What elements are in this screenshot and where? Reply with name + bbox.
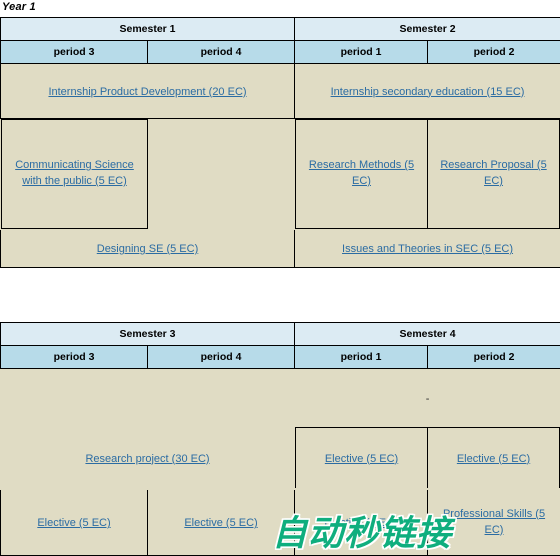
course-cell-elective-s4-p1-top[interactable]: Elective (5 EC) xyxy=(296,428,428,489)
table-row-research-and-electives: Research project (30 EC) Elective (5 EC)… xyxy=(1,427,560,490)
course-link-communicating-science[interactable]: Communicating Science with the public (5… xyxy=(12,158,137,190)
course-cell-professional-skills[interactable]: Professional Skills (5 EC) xyxy=(428,490,560,556)
semester2-inner-table: Research Methods (5 EC) Research Proposa… xyxy=(295,119,560,229)
period-header-s2-p1: period 1 xyxy=(295,41,428,64)
table-row-internships: Internship Product Development (20 EC) I… xyxy=(1,64,560,119)
course-link-internship-product-development[interactable]: Internship Product Development (20 EC) xyxy=(48,85,246,101)
year2-schedule-table: Semester 3 Semester 4 period 3 period 4 … xyxy=(0,322,560,556)
table-row-bottom-courses: Designing SE (5 EC) Issues and Theories … xyxy=(1,230,560,268)
course-link-professional-skills[interactable]: Professional Skills (5 EC) xyxy=(435,507,553,539)
semester1-inner-table: Communicating Science with the public (5… xyxy=(1,119,294,229)
table-row-period-header: period 3 period 4 period 1 period 2 xyxy=(1,346,560,369)
semester-header-1: Semester 1 xyxy=(1,18,295,41)
table-row-bottom-electives: Elective (5 EC) Elective (5 EC) Elective… xyxy=(1,490,560,556)
course-cell-elective-s3-p3[interactable]: Elective (5 EC) xyxy=(1,490,148,556)
course-link-elective-s3-p4[interactable]: Elective (5 EC) xyxy=(184,516,257,532)
semester-header-3: Semester 3 xyxy=(1,323,295,346)
table-row-middle-courses: Communicating Science with the public (5… xyxy=(1,119,560,230)
period-header-s3-p4: period 4 xyxy=(148,346,295,369)
course-cell-research-methods[interactable]: Research Methods (5 EC) xyxy=(296,120,428,229)
period-header-s4-p2: period 2 xyxy=(428,346,560,369)
course-link-elective-s4-p1[interactable]: Elective (5 EC) xyxy=(324,516,397,532)
course-cell-internship-product-development[interactable]: Internship Product Development (20 EC) xyxy=(1,64,295,119)
year-label: Year 1 xyxy=(2,1,36,13)
period-header-s3-p3: period 3 xyxy=(1,346,148,369)
semester4-inner-table-middle: Elective (5 EC) Elective (5 EC) xyxy=(295,427,560,489)
course-cell-elective-s4-p1[interactable]: Elective (5 EC) xyxy=(295,490,428,556)
dash-text: - xyxy=(426,393,430,405)
course-link-research-methods[interactable]: Research Methods (5 EC) xyxy=(306,158,418,190)
period-header-s2-p2: period 2 xyxy=(428,41,560,64)
semester1-middle-group: Communicating Science with the public (5… xyxy=(1,119,295,230)
empty-cell-s1-p4 xyxy=(148,120,294,229)
course-link-elective-s4-p1-top[interactable]: Elective (5 EC) xyxy=(325,452,398,468)
course-cell-internship-secondary-education[interactable]: Internship secondary education (15 EC) xyxy=(295,64,560,119)
table-row-semester-header: Semester 3 Semester 4 xyxy=(1,323,560,346)
course-link-issues-and-theories[interactable]: Issues and Theories in SEC (5 EC) xyxy=(342,242,513,258)
table-row-period-header: period 3 period 4 period 1 period 2 xyxy=(1,41,560,64)
semester4-electives-group: Elective (5 EC) Elective (5 EC) xyxy=(295,427,560,490)
course-link-internship-secondary-education[interactable]: Internship secondary education (15 EC) xyxy=(331,85,525,101)
table-row-semester-header: Semester 1 Semester 2 xyxy=(1,18,560,41)
period-header-s1-p3: period 3 xyxy=(1,41,148,64)
course-cell-issues-and-theories[interactable]: Issues and Theories in SEC (5 EC) xyxy=(295,230,560,268)
course-cell-research-proposal[interactable]: Research Proposal (5 EC) xyxy=(428,120,560,229)
course-cell-communicating-science[interactable]: Communicating Science with the public (5… xyxy=(2,120,148,229)
course-cell-research-project[interactable]: Research project (30 EC) xyxy=(1,427,295,490)
course-link-elective-s4-p2-top[interactable]: Elective (5 EC) xyxy=(457,452,530,468)
dash-cell-semester4: - xyxy=(295,369,560,427)
course-link-research-project[interactable]: Research project (30 EC) xyxy=(85,452,209,468)
period-header-s1-p4: period 4 xyxy=(148,41,295,64)
course-cell-elective-s4-p2-top[interactable]: Elective (5 EC) xyxy=(428,428,560,489)
course-cell-designing-se[interactable]: Designing SE (5 EC) xyxy=(1,230,295,268)
semester-header-2: Semester 2 xyxy=(295,18,560,41)
course-cell-elective-s3-p4[interactable]: Elective (5 EC) xyxy=(148,490,295,556)
period-header-s4-p1: period 1 xyxy=(295,346,428,369)
empty-cell-research-project-top xyxy=(1,369,295,427)
course-link-research-proposal[interactable]: Research Proposal (5 EC) xyxy=(438,158,550,190)
year1-schedule-table: Semester 1 Semester 2 period 3 period 4 … xyxy=(0,17,560,268)
semester2-middle-group: Research Methods (5 EC) Research Proposa… xyxy=(295,119,560,230)
semester-header-4: Semester 4 xyxy=(295,323,560,346)
table-row-top-spacer: - xyxy=(1,369,560,427)
course-link-designing-se[interactable]: Designing SE (5 EC) xyxy=(97,242,199,258)
course-link-elective-s3-p3[interactable]: Elective (5 EC) xyxy=(37,516,110,532)
